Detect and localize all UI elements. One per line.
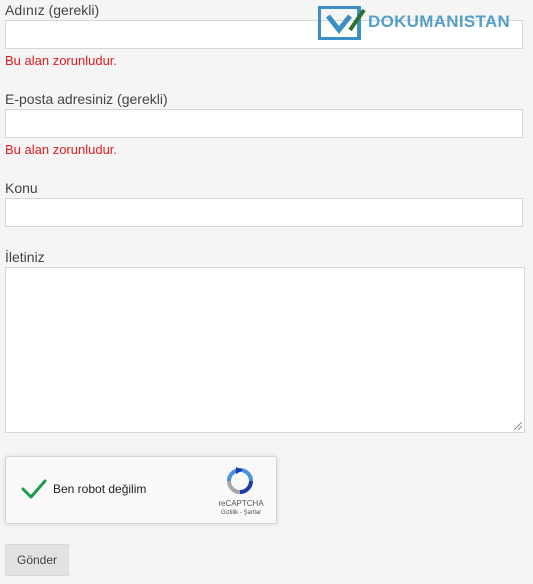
name-label: Adınız (gerekli): [5, 2, 100, 18]
submit-button[interactable]: Gönder: [5, 544, 69, 576]
email-label: E-posta adresiniz (gerekli): [5, 91, 168, 107]
recaptcha-brand: reCAPTCHA: [218, 499, 264, 508]
recaptcha-logo-icon: [227, 467, 253, 494]
message-textarea[interactable]: [5, 267, 525, 433]
name-error: Bu alan zorunludur.: [5, 53, 118, 68]
recaptcha-privacy-terms[interactable]: Gizlilik - Şartlar: [212, 510, 270, 516]
checkmark-icon[interactable]: [20, 475, 48, 503]
recaptcha-widget: Ben robot değilim reCAPTCHA Gizlilik - Ş…: [5, 456, 277, 524]
message-label: İletiniz: [5, 249, 45, 265]
watermark-logo-icon: [318, 6, 366, 40]
email-error: Bu alan zorunludur.: [5, 142, 118, 157]
email-field[interactable]: [5, 109, 523, 138]
watermark-text: DOKUMANISTAN: [368, 12, 511, 31]
subject-label: Konu: [5, 180, 38, 196]
resize-grip-icon[interactable]: [514, 422, 522, 430]
subject-field[interactable]: [5, 198, 523, 227]
watermark: DOKUMANISTAN: [318, 6, 533, 40]
recaptcha-checkbox-label[interactable]: Ben robot değilim: [53, 482, 146, 496]
